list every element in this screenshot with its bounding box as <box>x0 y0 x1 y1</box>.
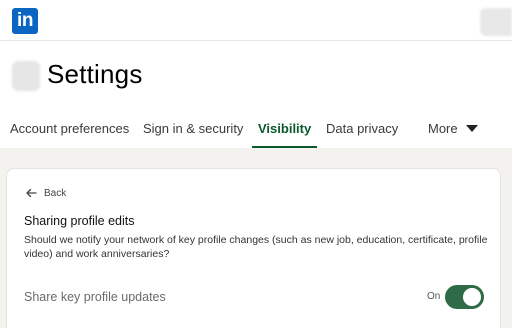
caret-down-icon <box>465 125 478 133</box>
back-label: Back <box>44 187 67 199</box>
profile-avatar[interactable] <box>480 8 512 36</box>
tab-more-dropdown[interactable]: More <box>428 109 478 148</box>
share-updates-toggle[interactable] <box>445 285 484 309</box>
settings-card: Back Sharing profile edits Should we not… <box>6 168 501 328</box>
settings-tabs: Account preferences Sign in & security V… <box>0 109 512 148</box>
tab-account-preferences[interactable]: Account preferences <box>10 109 129 148</box>
back-button[interactable]: Back <box>25 187 66 199</box>
settings-header: Settings Account preferences Sign in & s… <box>0 41 512 148</box>
tab-data-privacy[interactable]: Data privacy <box>326 109 398 148</box>
setting-label: Share key profile updates <box>24 290 166 304</box>
section-title: Sharing profile edits <box>24 214 135 228</box>
tab-sign-in-security[interactable]: Sign in & security <box>143 109 243 148</box>
top-nav-bar: in <box>0 0 512 41</box>
section-description: Should we notify your network of key pro… <box>24 234 488 260</box>
toggle-knob <box>463 288 481 306</box>
arrow-left-icon <box>26 188 37 198</box>
more-label: More <box>428 121 458 136</box>
avatar <box>12 61 40 91</box>
toggle-state-label: On <box>427 291 441 302</box>
linkedin-logo-icon[interactable]: in <box>12 8 38 34</box>
page-title: Settings <box>47 59 143 89</box>
tab-visibility[interactable]: Visibility <box>251 109 318 148</box>
